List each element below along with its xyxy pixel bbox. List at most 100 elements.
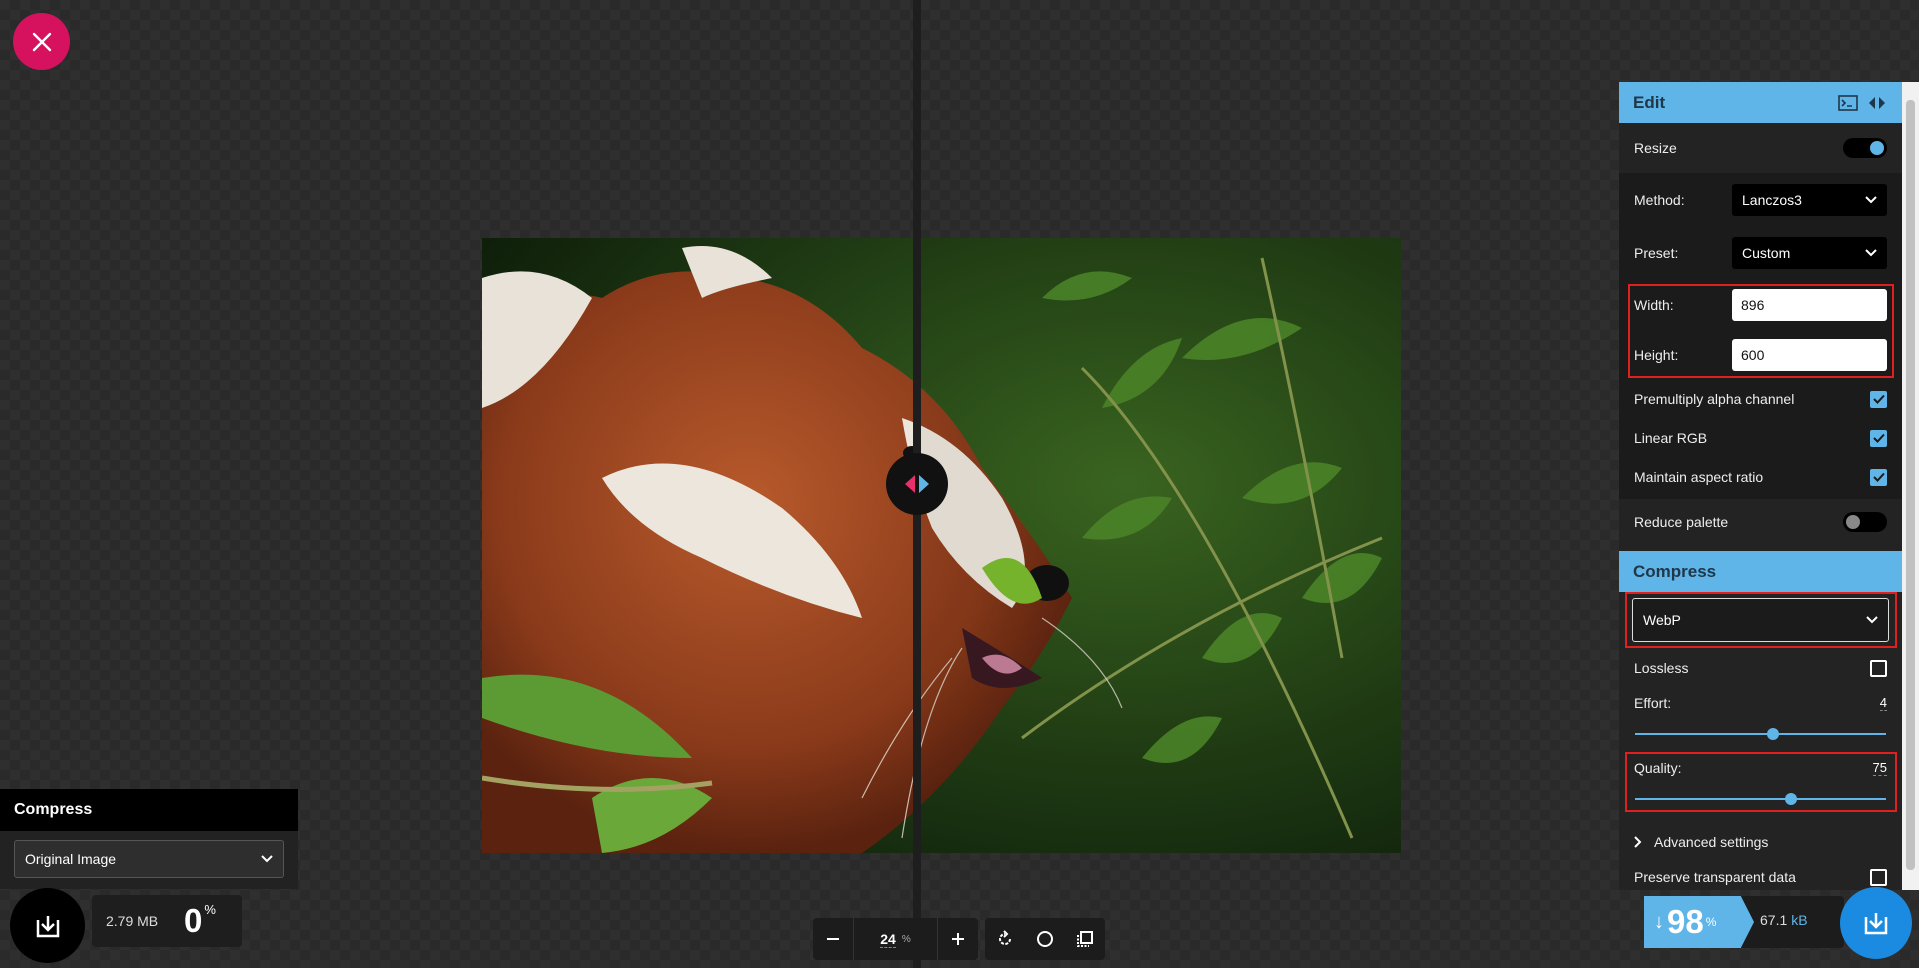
- premultiply-row: Premultiply alpha channel: [1619, 384, 1902, 414]
- preset-row: Preset: Custom: [1619, 237, 1902, 269]
- background-toggle-button[interactable]: [1025, 918, 1065, 960]
- result-size-unit: kB: [1791, 912, 1808, 928]
- zoom-unit: %: [901, 933, 911, 945]
- zoom-out-button[interactable]: [813, 918, 853, 960]
- method-value: Lanczos3: [1742, 192, 1802, 208]
- premultiply-checkbox[interactable]: [1870, 390, 1887, 408]
- chevron-down-icon: [1865, 196, 1877, 204]
- checkmark-icon: [1872, 472, 1885, 482]
- edit-header: Edit: [1619, 82, 1902, 123]
- zoom-value-field[interactable]: 24 %: [853, 918, 938, 960]
- zoom-controls: 24 %: [813, 918, 978, 960]
- method-select[interactable]: Lanczos3: [1732, 184, 1887, 216]
- right-options-panel: Edit Resize Method: Lanczos3 Preset: Cus…: [1619, 82, 1902, 890]
- linear-rgb-label: Linear RGB: [1634, 430, 1708, 446]
- chevron-right-icon: [1634, 836, 1642, 848]
- checkmark-icon: [1872, 394, 1885, 404]
- left-format-value: Original Image: [25, 851, 117, 867]
- effort-slider-thumb[interactable]: [1767, 728, 1780, 740]
- side-by-side-button[interactable]: [1065, 918, 1105, 960]
- quality-row: Quality: 75: [1619, 756, 1902, 780]
- result-size: 67.1 kB: [1760, 912, 1808, 928]
- height-input[interactable]: 600: [1732, 339, 1887, 371]
- left-stats: 2.79 MB 0%: [92, 895, 242, 947]
- view-tools: [985, 918, 1105, 960]
- down-arrow-icon: ↓: [1654, 910, 1664, 933]
- resize-toggle[interactable]: [1843, 138, 1887, 158]
- quality-slider-thumb[interactable]: [1784, 793, 1797, 805]
- compress-header: Compress: [1619, 551, 1902, 592]
- quality-slider[interactable]: [1635, 793, 1886, 805]
- width-label: Width:: [1634, 297, 1674, 313]
- reduce-palette-label: Reduce palette: [1634, 514, 1729, 530]
- effort-row: Effort: 4: [1619, 691, 1902, 715]
- circle-icon: [1037, 931, 1053, 947]
- plus-icon: [952, 933, 964, 945]
- linear-rgb-row: Linear RGB: [1619, 423, 1902, 453]
- original-file-size: 2.79 MB: [106, 913, 159, 929]
- method-row: Method: Lanczos3: [1619, 184, 1902, 216]
- compress-title: Compress: [1633, 561, 1717, 581]
- chevron-down-icon: [261, 855, 273, 863]
- lossless-label: Lossless: [1634, 660, 1689, 676]
- left-format-select[interactable]: Original Image: [14, 840, 284, 878]
- close-icon: [32, 32, 51, 51]
- format-value: WebP: [1643, 612, 1681, 628]
- preserve-transparent-checkbox[interactable]: [1870, 868, 1887, 886]
- width-row: Width: 896: [1619, 289, 1902, 321]
- close-button[interactable]: [13, 13, 70, 70]
- advanced-settings-label: Advanced settings: [1654, 834, 1769, 850]
- advanced-settings-row[interactable]: Advanced settings: [1619, 822, 1902, 862]
- effort-label: Effort:: [1634, 695, 1672, 711]
- zoom-in-button[interactable]: [938, 918, 978, 960]
- result-percent-value: 98: [1667, 903, 1704, 940]
- aspect-ratio-checkbox[interactable]: [1870, 468, 1887, 486]
- left-panel-title: Compress: [0, 789, 298, 831]
- format-row: WebP: [1619, 596, 1902, 644]
- result-size-value: 67.1: [1760, 912, 1788, 928]
- aspect-ratio-label: Maintain aspect ratio: [1634, 469, 1764, 485]
- reduce-palette-row: Reduce palette: [1619, 499, 1902, 545]
- quality-label: Quality:: [1634, 760, 1682, 776]
- rotate-button[interactable]: [985, 918, 1025, 960]
- lossless-row: Lossless: [1619, 653, 1902, 683]
- rotate-icon: [999, 930, 1011, 945]
- aspect-ratio-row: Maintain aspect ratio: [1619, 462, 1902, 492]
- options-scrollbar[interactable]: [1902, 82, 1919, 890]
- resize-row: Resize: [1619, 123, 1902, 173]
- download-icon: [1864, 913, 1888, 935]
- terminal-icon[interactable]: [1838, 94, 1858, 111]
- preset-label: Preset:: [1634, 245, 1679, 261]
- linear-rgb-checkbox[interactable]: [1870, 429, 1887, 447]
- download-button[interactable]: [1840, 887, 1912, 959]
- image-preview: [482, 238, 1401, 853]
- copy-settings-icon[interactable]: [1866, 95, 1888, 111]
- width-input[interactable]: 896: [1732, 289, 1887, 321]
- resize-label: Resize: [1634, 140, 1677, 156]
- edit-title: Edit: [1633, 92, 1666, 112]
- download-icon: [36, 915, 59, 937]
- split-handle[interactable]: [886, 453, 948, 515]
- split-arrows-icon: [905, 475, 929, 493]
- preset-select[interactable]: Custom: [1732, 237, 1887, 269]
- preset-value: Custom: [1742, 245, 1791, 261]
- effort-slider[interactable]: [1635, 728, 1886, 740]
- chevron-down-icon: [1865, 249, 1877, 257]
- effort-value[interactable]: 4: [1879, 695, 1887, 711]
- quality-value[interactable]: 75: [1872, 760, 1887, 776]
- preserve-transparent-row: Preserve transparent data: [1619, 862, 1902, 890]
- crop-view-icon: [1077, 931, 1093, 947]
- reduce-palette-toggle[interactable]: [1843, 512, 1887, 532]
- height-row: Height: 600: [1619, 339, 1902, 371]
- premultiply-label: Premultiply alpha channel: [1634, 391, 1795, 407]
- chevron-down-icon: [1866, 616, 1878, 624]
- scrollbar-thumb[interactable]: [1906, 100, 1915, 870]
- left-options-panel: Compress Original Image: [0, 789, 298, 889]
- preserve-transparent-label: Preserve transparent data: [1634, 869, 1796, 885]
- zoom-value: 24: [880, 930, 896, 948]
- lossless-checkbox[interactable]: [1870, 659, 1887, 677]
- left-download-button[interactable]: [10, 888, 85, 963]
- checkmark-icon: [1872, 433, 1885, 443]
- original-percent: 0%: [184, 902, 216, 940]
- format-select[interactable]: WebP: [1632, 598, 1889, 642]
